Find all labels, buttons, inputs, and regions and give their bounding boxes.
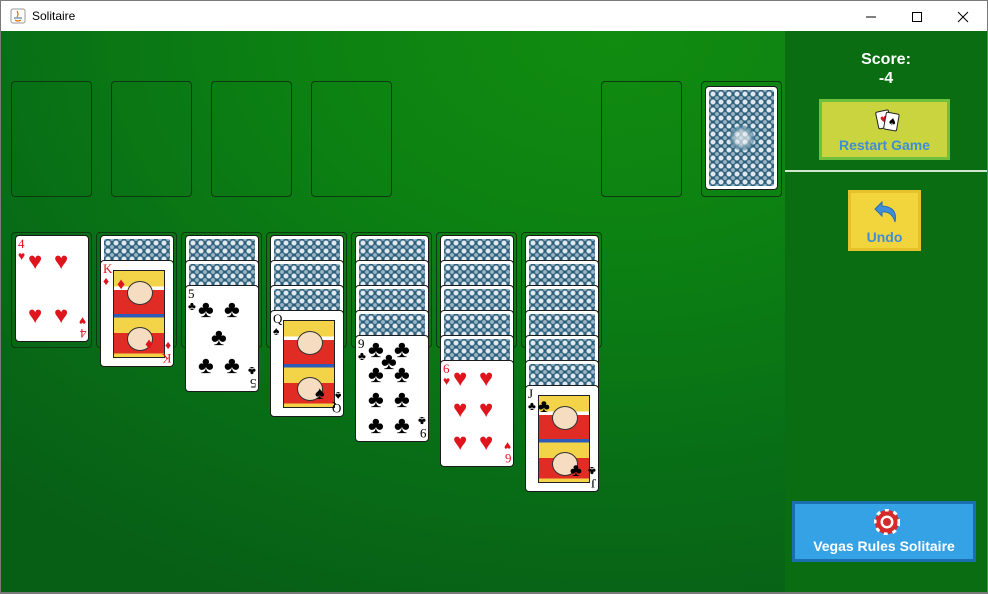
club-pip: ♣: [394, 412, 410, 439]
score-label: Score:: [861, 51, 911, 68]
club-pip: ♣: [368, 386, 384, 413]
card-suit: ♠: [273, 324, 280, 338]
diamond-pip: ♦: [117, 276, 126, 293]
heart-pip: ♥: [479, 365, 494, 392]
club-pip: ♣: [198, 352, 214, 379]
card-5-clubs[interactable]: 5 ♣ ♣ ♣ ♣ ♣ ♣ ♣ 5: [185, 285, 259, 392]
card-suit: ♥: [18, 249, 26, 263]
club-pip: ♣: [198, 296, 214, 323]
club-pip: ♣: [538, 396, 550, 416]
window-title: Solitaire: [32, 9, 76, 23]
club-pip: ♣: [224, 352, 240, 379]
club-pip: ♣: [224, 296, 240, 323]
club-pip: ♣: [394, 386, 410, 413]
card-rank: 5: [249, 376, 257, 391]
heart-pip: ♥: [54, 248, 69, 275]
card-suit: ♣: [358, 349, 366, 363]
foundation-slot-1[interactable]: [11, 81, 92, 197]
card-rank: 9: [419, 426, 427, 441]
card-rank: 6: [504, 451, 512, 466]
queen-face-art: [283, 320, 335, 408]
vegas-rules-label: Vegas Rules Solitaire: [813, 538, 955, 554]
foundation-slot-3[interactable]: [211, 81, 292, 197]
undo-arrow-icon: [874, 200, 896, 223]
card-suit: ♦: [103, 274, 110, 288]
sidebar: Score: -4 ♥ ♠ Restart Game Undo Vegas Ru…: [785, 31, 987, 592]
card-9-clubs[interactable]: 9 ♣ ♣ ♣ ♣ ♣ ♣ ♣ ♣ ♣ ♣ ♣ 9: [355, 335, 429, 442]
club-pip: ♣: [211, 324, 227, 351]
restart-game-label: Restart Game: [838, 137, 931, 153]
card-6-hearts[interactable]: 6 ♥ ♥ ♥ ♥ ♥ ♥ ♥ ♥ 6: [440, 360, 514, 467]
restart-game-button[interactable]: ♥ ♠ Restart Game: [819, 99, 950, 160]
card-suit: ♣: [188, 299, 196, 313]
spade-pip: ♠: [315, 383, 325, 403]
card-queen-spades[interactable]: Q ♠ ♠ ♠ Q: [270, 310, 344, 417]
vegas-rules-button[interactable]: Vegas Rules Solitaire: [792, 501, 976, 562]
club-pip: ♣: [570, 460, 582, 480]
window-border: [0, 31, 1, 594]
card-king-diamonds[interactable]: K ♦ ♦ ♦ ♦ K: [100, 260, 174, 367]
heart-pip: ♥: [28, 302, 43, 329]
minimize-button[interactable]: [848, 1, 894, 32]
card-suit: ♣: [528, 399, 536, 413]
heart-pip: ♥: [54, 302, 69, 329]
club-pip: ♣: [368, 412, 384, 439]
stock-pile[interactable]: [705, 86, 778, 190]
card-suit: ♥: [443, 374, 451, 388]
title-bar: Solitaire: [0, 0, 988, 31]
waste-slot[interactable]: [601, 81, 682, 197]
heart-pip: ♥: [479, 396, 494, 423]
heart-pip: ♥: [453, 365, 468, 392]
maximize-button[interactable]: [894, 1, 940, 32]
card-rank: Q: [331, 401, 341, 416]
diamond-pip: ♦: [145, 336, 154, 353]
sidebar-divider: [785, 170, 987, 172]
club-pip: ♣: [394, 361, 410, 388]
club-pip: ♣: [368, 361, 384, 388]
heart-pip: ♥: [479, 429, 494, 456]
close-icon: [957, 11, 969, 22]
heart-pip: ♥: [28, 248, 43, 275]
maximize-icon: [912, 11, 922, 22]
heart-pip: ♥: [453, 396, 468, 423]
svg-text:♠: ♠: [887, 117, 898, 129]
score-value: -4: [878, 70, 894, 87]
minimize-icon: [866, 16, 876, 17]
card-table: 4 ♥ ♥ ♥ ♥ ♥ ♥ 4 K ♦ ♦ ♦ ♦ K 5 ♣ ♣ ♣ ♣ ♣ …: [1, 31, 785, 592]
close-button[interactable]: [940, 1, 986, 32]
foundation-slot-4[interactable]: [311, 81, 392, 197]
card-4-hearts[interactable]: 4 ♥ ♥ ♥ ♥ ♥ ♥ 4: [15, 235, 89, 342]
undo-button[interactable]: Undo: [848, 190, 921, 251]
card-rank: K: [161, 351, 171, 366]
card-rank: J: [590, 476, 596, 491]
foundation-slot-2[interactable]: [111, 81, 192, 197]
java-app-icon: [10, 8, 26, 24]
heart-pip: ♥: [453, 429, 468, 456]
card-jack-clubs[interactable]: J ♣ ♣ ♣ ♣ J: [525, 385, 599, 492]
cards-icon: ♥ ♠: [875, 109, 900, 132]
poker-chip-icon: [874, 509, 900, 535]
card-rank: 4: [79, 326, 87, 341]
undo-label: Undo: [866, 229, 903, 245]
